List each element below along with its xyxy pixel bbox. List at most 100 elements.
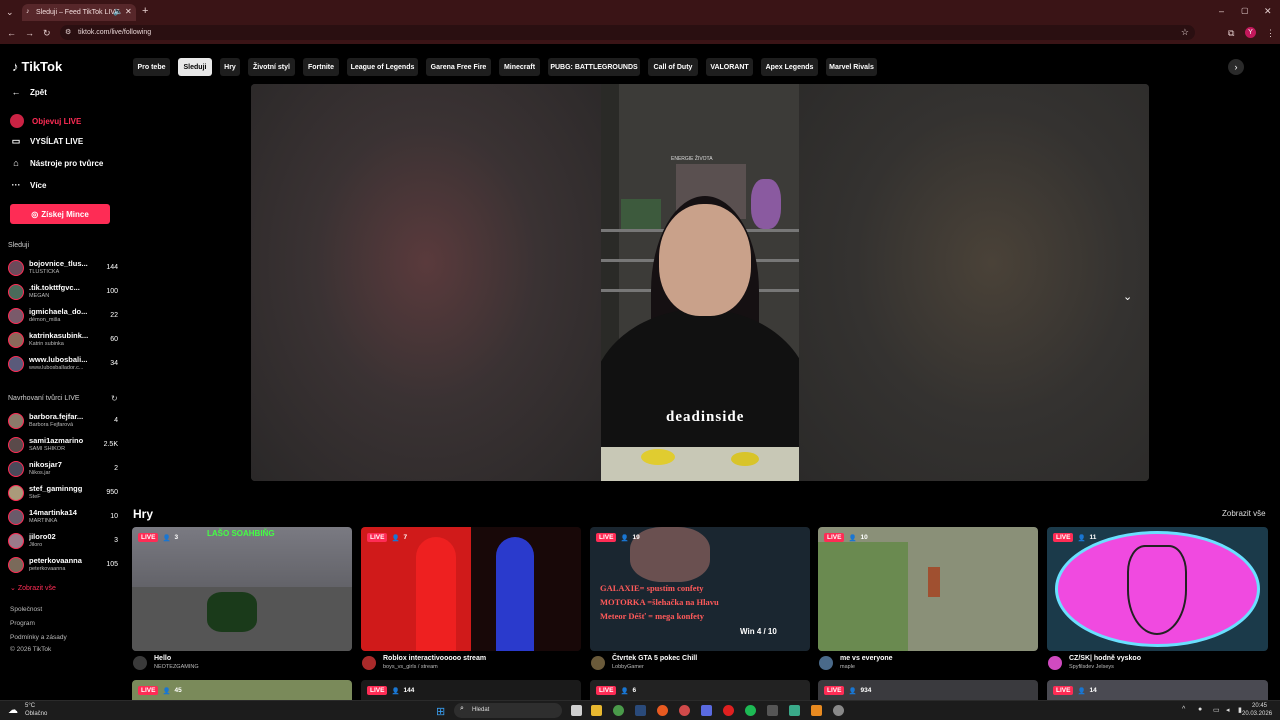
firefox-icon[interactable] bbox=[657, 705, 668, 716]
suggested-account[interactable]: 14martinka14 MARTINKA 10 bbox=[8, 506, 120, 528]
category-chip[interactable]: Apex Legends bbox=[761, 58, 818, 76]
footer-link[interactable]: Společnost bbox=[10, 606, 42, 613]
taskbar-search[interactable]: ⌕ Hledat bbox=[454, 703, 562, 718]
live-player[interactable]: ENERGIE ŽIVOTA deadinside ⌄ bbox=[251, 84, 1149, 481]
tray-chevron-icon[interactable]: ^ bbox=[1182, 706, 1185, 713]
card-user[interactable]: Spyfilsdev Jelseys bbox=[1069, 664, 1114, 670]
suggested-account[interactable]: peterkovaanna peterkovaanna 105 bbox=[8, 554, 120, 576]
following-account[interactable]: www.lubosbali... www.lubosballador.c... 34 bbox=[8, 353, 120, 375]
browser-menu-icon[interactable]: ⋮ bbox=[1266, 28, 1275, 38]
speaker-icon[interactable]: 🔈 bbox=[113, 7, 123, 16]
minimize-icon[interactable]: – bbox=[1219, 6, 1224, 16]
tab-menu-icon[interactable]: ⌄ bbox=[6, 7, 14, 17]
category-chip[interactable]: Marvel Rivals bbox=[826, 58, 877, 76]
back-link[interactable]: ← Zpět bbox=[10, 87, 47, 97]
following-account[interactable]: bojovnice_tlus... TLUSŤIČKA 144 bbox=[8, 257, 120, 279]
new-tab-icon[interactable]: + bbox=[142, 6, 148, 17]
category-chip[interactable]: Minecraft bbox=[499, 58, 540, 76]
suggested-account[interactable]: barbora.fejfar... Barbora Fejfarová 4 bbox=[8, 410, 120, 432]
live-card[interactable]: LIVE 👤 45 bbox=[132, 680, 352, 700]
discord-icon[interactable] bbox=[701, 705, 712, 716]
speaker-tray-icon[interactable]: ◂ bbox=[1226, 706, 1230, 714]
stream-video[interactable]: ENERGIE ŽIVOTA deadinside bbox=[601, 84, 799, 481]
nav-more[interactable]: ··· Více bbox=[10, 180, 47, 190]
category-next-button[interactable]: › bbox=[1228, 59, 1244, 75]
refresh-icon[interactable]: ↻ bbox=[111, 394, 118, 403]
vlc-icon[interactable] bbox=[811, 705, 822, 716]
next-stream-chevron-icon[interactable]: ⌄ bbox=[1123, 290, 1132, 303]
avatar[interactable] bbox=[1048, 656, 1062, 670]
bookmark-star-icon[interactable]: ☆ bbox=[1181, 27, 1189, 38]
opera-icon[interactable] bbox=[723, 705, 734, 716]
back-arrow-icon[interactable]: ← bbox=[7, 28, 16, 38]
category-chip-active[interactable]: Sleduji bbox=[178, 58, 212, 76]
suggested-account[interactable]: jiloro02 Jiloro 3 bbox=[8, 530, 120, 552]
live-card[interactable]: LIVE 👤 11 bbox=[1047, 527, 1268, 651]
card-title[interactable]: Hello bbox=[154, 655, 171, 662]
category-chip[interactable]: Životní styl bbox=[248, 58, 295, 76]
mic-icon[interactable]: ● bbox=[1198, 706, 1202, 713]
category-chip[interactable]: Garena Free Fire bbox=[426, 58, 491, 76]
card-title[interactable]: Roblox interactivooooo stream bbox=[383, 655, 486, 662]
category-chip[interactable]: Hry bbox=[220, 58, 240, 76]
card-title[interactable]: Čtvrtek GTA 5 pokec Chill bbox=[612, 655, 697, 662]
forward-arrow-icon[interactable]: → bbox=[25, 28, 34, 38]
app-icon[interactable] bbox=[789, 705, 800, 716]
following-account[interactable]: igmichaela_do... démon_miša 22 bbox=[8, 305, 120, 327]
suggested-account[interactable]: nikosjar7 Nikos.jar 2 bbox=[8, 458, 120, 480]
clock-date[interactable]: 20.03.2026 bbox=[1242, 711, 1272, 717]
card-user[interactable]: boys_vs_girls / stream bbox=[383, 664, 438, 670]
card-user[interactable]: maple bbox=[840, 664, 855, 670]
address-bar[interactable]: ⚙ tiktok.com/live/following ☆ bbox=[60, 25, 1195, 40]
live-card[interactable]: LIVE 👤 144 bbox=[361, 680, 581, 700]
nav-creator-tools[interactable]: ⌂ Nástroje pro tvůrce bbox=[10, 158, 103, 168]
chrome-profile-icon[interactable] bbox=[679, 705, 690, 716]
site-info-icon[interactable]: ⚙ bbox=[65, 28, 71, 36]
suggested-account[interactable]: stef_gaminngg SteF 950 bbox=[8, 482, 120, 504]
live-card[interactable]: LIVE 👤 934 bbox=[818, 680, 1038, 700]
avatar[interactable] bbox=[591, 656, 605, 670]
extensions-icon[interactable]: ⧉ bbox=[1228, 28, 1234, 38]
avatar[interactable] bbox=[819, 656, 833, 670]
category-chip[interactable]: VALORANT bbox=[706, 58, 753, 76]
windows-start-icon[interactable]: ⊞ bbox=[436, 705, 445, 718]
settings-gear-icon[interactable] bbox=[833, 705, 844, 716]
tiktok-logo[interactable]: ♪ TikTok bbox=[12, 59, 62, 74]
category-chip[interactable]: League of Legends bbox=[347, 58, 418, 76]
avatar[interactable] bbox=[133, 656, 147, 670]
profile-avatar[interactable]: Y bbox=[1245, 27, 1256, 38]
reload-icon[interactable]: ↻ bbox=[43, 28, 51, 38]
card-user[interactable]: LobbyGamer bbox=[612, 664, 644, 670]
file-explorer-icon[interactable] bbox=[591, 705, 602, 716]
close-tab-icon[interactable]: ✕ bbox=[125, 7, 132, 16]
browser-tab[interactable]: ♪ Sleduji – Feed TikTok LIVE 🔈 ✕ bbox=[22, 4, 136, 21]
suggested-account[interactable]: sami1azmarino SAMI SHIKOR 2.5K bbox=[8, 434, 120, 456]
nav-explore-live[interactable]: Objevuj LIVE bbox=[10, 114, 81, 128]
show-all-link[interactable]: ⌄ Zobrazit vše bbox=[10, 584, 56, 592]
obs-icon[interactable] bbox=[767, 705, 778, 716]
card-title[interactable]: CZ/SK| hodně vyskoo bbox=[1069, 655, 1141, 662]
chrome-icon[interactable] bbox=[613, 705, 624, 716]
following-account[interactable]: katrinkasubink... Katrin subinka 60 bbox=[8, 329, 120, 351]
maximize-icon[interactable]: ▢ bbox=[1241, 6, 1249, 16]
category-chip[interactable]: Call of Duty bbox=[648, 58, 698, 76]
monitor-icon[interactable]: ▭ bbox=[1213, 706, 1220, 714]
steam-icon[interactable] bbox=[635, 705, 646, 716]
weather-cloud-icon[interactable]: ☁ bbox=[8, 705, 18, 716]
category-chip[interactable]: PUBG: BATTLEGROUNDS bbox=[548, 58, 640, 76]
games-show-all-link[interactable]: Zobrazit vše bbox=[1222, 509, 1266, 518]
category-chip[interactable]: Fortnite bbox=[303, 58, 339, 76]
following-account[interactable]: .tik.tokttfgvc... MEGAN 100 bbox=[8, 281, 120, 303]
window-close-icon[interactable]: ✕ bbox=[1264, 6, 1272, 16]
live-card[interactable]: LIVE 👤 6 bbox=[590, 680, 810, 700]
spotify-icon[interactable] bbox=[745, 705, 756, 716]
live-card[interactable]: GALAXIE= spustím confety MOTORKA =šlehač… bbox=[590, 527, 810, 651]
nav-go-live[interactable]: ▭ VYSÍLAT LIVE bbox=[10, 136, 83, 147]
live-card[interactable]: LIVE 👤 14 bbox=[1047, 680, 1268, 700]
card-user[interactable]: NEOTEZGAMING bbox=[154, 664, 199, 670]
card-title[interactable]: me vs everyone bbox=[840, 655, 893, 662]
avatar[interactable] bbox=[362, 656, 376, 670]
task-view-icon[interactable] bbox=[571, 705, 582, 716]
live-card[interactable]: LIVE 👤 7 bbox=[361, 527, 581, 651]
category-chip[interactable]: Pro tebe bbox=[133, 58, 170, 76]
